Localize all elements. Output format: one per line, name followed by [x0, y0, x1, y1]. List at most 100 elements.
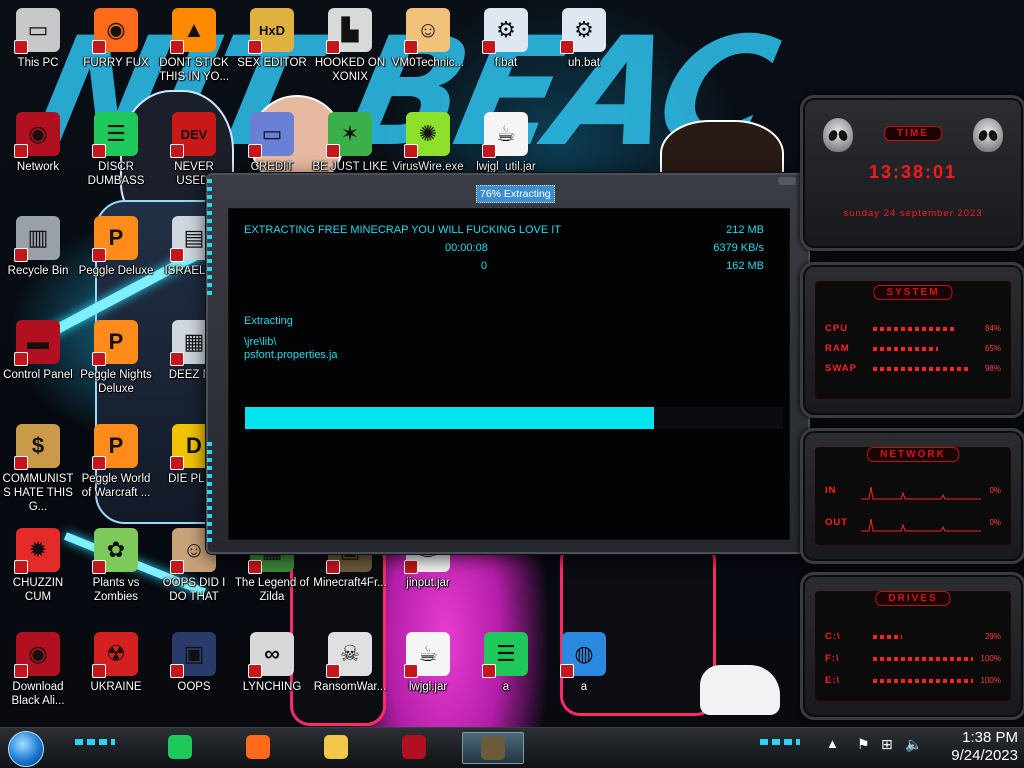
desktop-icon-this-pc[interactable]: ▭ This PC	[0, 8, 76, 70]
network-gadget[interactable]: NETWORK IN 0% OUT 0%	[800, 428, 1024, 564]
shortcut-arrow-icon	[248, 664, 262, 678]
desktop-icon-label: VM0Technic...	[391, 57, 465, 69]
java-icon: ☕	[482, 112, 528, 158]
desktop-icon-hooked-on-xonix[interactable]: ▙ HOOKED ON XONIX	[312, 8, 388, 84]
show-hidden-icons-icon[interactable]: ▲	[826, 736, 839, 751]
shortcut-arrow-icon	[404, 664, 418, 678]
shortcut-arrow-icon	[170, 40, 184, 54]
computer-icon: ▭	[14, 8, 60, 54]
desktop-icon-peggle-deluxe[interactable]: P Peggle Deluxe	[78, 216, 154, 278]
total-size: 212 MB	[726, 224, 764, 236]
alienware-orb-icon: ◉	[14, 112, 60, 158]
shortcut-arrow-icon	[404, 560, 418, 574]
shortcut-arrow-icon	[560, 664, 574, 678]
desktop-icon-label: This PC	[17, 57, 59, 69]
taskbar-control-panel[interactable]	[384, 732, 444, 762]
desktop-icon-control-panel[interactable]: ▬ Control Panel	[0, 320, 76, 382]
desktop-icon-label: Plants vs Zombies	[92, 577, 140, 603]
desktop-icon-oops[interactable]: ▣ OOPS	[156, 632, 232, 694]
system-label: RAM	[825, 343, 850, 354]
desktop-icon-ukraine[interactable]: ☢ UKRAINE	[78, 632, 154, 694]
drives-gadget[interactable]: DRIVES C:\ 29% F:\ 100% E:\ 100%	[800, 572, 1024, 720]
system-usage-bar	[873, 367, 971, 371]
desktop-icon-vm0technic[interactable]: ☺ VM0Technic...	[390, 8, 466, 70]
devcpp-icon: DEV	[170, 112, 216, 158]
desktop-icon-furry-fux[interactable]: ◉ FURRY FUX	[78, 8, 154, 70]
alien-head-icon	[973, 118, 1003, 152]
system-gadget[interactable]: SYSTEM CPU 84% RAM 65% SWAP 98%	[800, 262, 1024, 418]
volume-icon[interactable]: 🔈	[905, 736, 922, 753]
shortcut-arrow-icon	[482, 40, 496, 54]
santa-icon: ✶	[326, 112, 372, 158]
system-usage-bar	[873, 327, 957, 331]
taskbar-file-explorer[interactable]	[306, 732, 366, 762]
shortcut-arrow-icon	[404, 144, 418, 158]
terminal-icon: ▣	[170, 632, 216, 678]
control-panel-icon	[402, 735, 426, 759]
shortcut-arrow-icon	[170, 352, 184, 366]
desktop-icon-a[interactable]: ☰ a	[468, 632, 544, 694]
shortcut-arrow-icon	[92, 144, 106, 158]
desktop-icon-a[interactable]: ◍ a	[546, 632, 622, 694]
desktop-icon-discr-dumbass[interactable]: ☰ DISCR DUMBASS	[78, 112, 154, 188]
desktop-icon-label: Peggle Deluxe	[78, 265, 154, 277]
desktop-icon-label: Peggle Nights Deluxe	[80, 369, 152, 395]
desktop-icon-chuzzin-cum[interactable]: ✹ CHUZZIN CUM	[0, 528, 76, 604]
drives-value: 29%	[984, 632, 1001, 641]
desktop-icon-f-bat[interactable]: ⚙ f.bat	[468, 8, 544, 70]
desktop-icon-network[interactable]: ◉ Network	[0, 112, 76, 174]
time-gadget[interactable]: TIME 13:38:01 sunday 24 september 2023	[800, 95, 1024, 251]
shortcut-arrow-icon	[170, 456, 184, 470]
drives-gadget-title: DRIVES	[875, 591, 951, 606]
taskbar-firefox[interactable]	[228, 732, 288, 762]
taskbar-minecraft[interactable]	[462, 732, 524, 764]
desktop-icon-lwjgl-util-jar[interactable]: ☕ lwjgl_util.jar	[468, 112, 544, 174]
desktop-icon-uh-bat[interactable]: ⚙ uh.bat	[546, 8, 622, 70]
time-gadget-title: TIME	[884, 126, 942, 141]
desktop-icon-label: lwjgl.jar	[408, 681, 448, 693]
window-title: 76% Extracting	[476, 185, 555, 203]
desktop-icon-download-black-ali[interactable]: ◉ Download Black Ali...	[0, 632, 76, 708]
desktop-icon-sex-editor[interactable]: HxD SEX EDITOR	[234, 8, 310, 70]
elapsed-time: 00:00:08	[445, 242, 488, 254]
desktop-icon-plants-vs-zombies[interactable]: ✿ Plants vs Zombies	[78, 528, 154, 604]
gear-file-icon: ⚙	[482, 8, 528, 54]
desktop-icon-lwjgl-jar[interactable]: ☕ lwjgl.jar	[390, 632, 466, 694]
desktop-icon-ransomwar[interactable]: ☠ RansomWar...	[312, 632, 388, 694]
chat-icon	[168, 735, 192, 759]
desktop-icon-label: SEX EDITOR	[237, 57, 307, 69]
desktop-icon-peggle-world-of-warcraft[interactable]: P Peggle World of Warcraft ...	[78, 424, 154, 500]
time-gadget-date: sunday 24 september 2023	[843, 208, 983, 219]
shortcut-arrow-icon	[560, 40, 574, 54]
chat-icon: ☰	[92, 112, 138, 158]
desktop-icon-label: CHUZZIN CUM	[12, 577, 64, 603]
desktop-icon-viruswire-exe[interactable]: ✺ VirusWire.exe	[390, 112, 466, 174]
chat-icon: ☰	[482, 632, 528, 678]
progress-fill	[245, 407, 654, 429]
taskbar-chat-app[interactable]	[150, 732, 210, 762]
shortcut-arrow-icon	[14, 144, 28, 158]
desktop-icon-label: Control Panel	[3, 369, 73, 381]
desktop-icon-label: OOPS	[177, 681, 211, 693]
desktop-icon-dont-stick-this-in-yo[interactable]: ▲ DONT STICK THIS IN YO...	[156, 8, 232, 84]
desktop-icon-label: DONT STICK THIS IN YO...	[158, 57, 230, 83]
window-grip[interactable]	[778, 177, 796, 185]
desktop-icon-lynching[interactable]: ∞ LYNCHING	[234, 632, 310, 694]
desktop-icon-label: Recycle Bin	[7, 265, 69, 277]
start-button[interactable]	[8, 731, 44, 767]
system-value: 98%	[984, 364, 1001, 373]
desktop-icon-recycle-bin[interactable]: ▥ Recycle Bin	[0, 216, 76, 278]
extraction-window[interactable]: 76% Extracting EXTRACTING FREE MINECRAP …	[206, 173, 810, 554]
flag-icon[interactable]: ⚑	[857, 736, 870, 753]
taskbar-clock[interactable]: 1:38 PM 9/24/2023	[951, 729, 1018, 765]
desktop-icon-be-just-like[interactable]: ✶ BE JUST LIKE	[312, 112, 388, 174]
system-value: 65%	[984, 344, 1001, 353]
network-tray-icon[interactable]: ⊞	[881, 736, 893, 753]
desktop-icon-communists-hate-this-g[interactable]: $ COMMUNISTS HATE THIS G...	[0, 424, 76, 514]
system-gadget-title: SYSTEM	[873, 285, 953, 300]
desktop-icon-label: The Legend of Zilda	[234, 577, 310, 603]
desktop-icon-peggle-nights-deluxe[interactable]: P Peggle Nights Deluxe	[78, 320, 154, 396]
shortcut-arrow-icon	[14, 664, 28, 678]
rope-icon: ∞	[248, 632, 294, 678]
shortcut-arrow-icon	[326, 144, 340, 158]
